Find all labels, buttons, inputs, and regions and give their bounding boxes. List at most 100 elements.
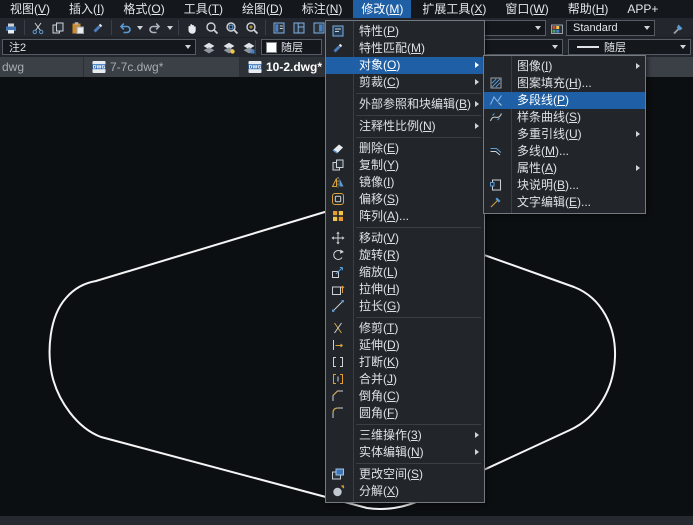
menu-item-stretch[interactable]: 拉伸(H) xyxy=(326,281,484,298)
scale-icon xyxy=(331,265,345,279)
menu-item-label: 文字编辑(E)... xyxy=(517,195,591,209)
style-combo[interactable]: Standard xyxy=(566,20,655,36)
menu-item-text-edit[interactable]: 文字编辑(E)... xyxy=(484,194,645,211)
undo-button[interactable] xyxy=(115,19,135,37)
menubar-item-help[interactable]: 帮助(H) xyxy=(560,0,617,18)
linetype-combo[interactable]: 随层 xyxy=(568,39,691,55)
zoom-window-button[interactable] xyxy=(222,19,242,37)
menu-item-polyline[interactable]: 多段线(P) xyxy=(484,92,645,109)
dropdown-caret-icon xyxy=(680,45,686,49)
menu-item-extend[interactable]: 延伸(D) xyxy=(326,337,484,354)
menu-item-annotative-scale[interactable]: 注释性比例(N) xyxy=(326,118,484,135)
menubar-item-dimension[interactable]: 标注(N) xyxy=(294,0,351,18)
plot-button[interactable] xyxy=(1,19,21,37)
submenu-arrow-icon xyxy=(636,165,640,171)
menu-item-multiline[interactable]: 多线(M)... xyxy=(484,143,645,160)
menu-item-copy[interactable]: 复制(Y) xyxy=(326,157,484,174)
copy-clip-button[interactable] xyxy=(48,19,68,37)
menubar-item-app-plus[interactable]: APP+ xyxy=(619,0,666,18)
menubar-item-label: 视图(V) xyxy=(10,2,50,16)
undo-dropdown[interactable] xyxy=(135,19,145,37)
menu-item-break[interactable]: 打断(K) xyxy=(326,354,484,371)
explode-icon xyxy=(331,484,345,498)
menu-item-clip[interactable]: 剪裁(C) xyxy=(326,74,484,91)
menu-item-hatch[interactable]: 图案填充(H)... xyxy=(484,75,645,92)
menubar-item-tools[interactable]: 工具(T) xyxy=(176,0,231,18)
cut-button[interactable] xyxy=(28,19,48,37)
extend-icon xyxy=(331,338,345,352)
layer-previous-button[interactable] xyxy=(220,39,237,57)
zoom-realtime-button[interactable] xyxy=(202,19,222,37)
menu-item-xref-block-edit[interactable]: 外部参照和块编辑(B) xyxy=(326,96,484,113)
menubar-item-view[interactable]: 视图(V) xyxy=(2,0,58,18)
menu-item-chamfer[interactable]: 倒角(C) xyxy=(326,388,484,405)
menu-item-erase[interactable]: 删除(E) xyxy=(326,140,484,157)
menu-item-label: 特性(P) xyxy=(359,24,399,38)
menubar-item-express-tools[interactable]: 扩展工具(X) xyxy=(414,0,494,18)
layer-combo[interactable]: 注2 xyxy=(2,39,196,55)
menu-item-array[interactable]: 阵列(A)... xyxy=(326,208,484,225)
menu-item-block-description[interactable]: 块说明(B)... xyxy=(484,177,645,194)
paste-icon xyxy=(71,21,85,35)
dropdown-caret-icon xyxy=(167,26,173,30)
pan-button[interactable] xyxy=(182,19,202,37)
menubar-item-modify[interactable]: 修改(M) xyxy=(353,0,411,18)
properties-panel-button[interactable] xyxy=(269,19,289,37)
empty-icon-slot xyxy=(331,428,345,442)
file-tab-dwg[interactable]: dwg xyxy=(0,57,84,77)
menu-item-spline[interactable]: 样条曲线(S) xyxy=(484,109,645,126)
redo-button[interactable] xyxy=(145,19,165,37)
design-center-button[interactable] xyxy=(289,19,309,37)
menu-item-label: 拉长(G) xyxy=(359,299,400,313)
menu-item-label: 旋转(R) xyxy=(359,248,400,262)
menu-item-image[interactable]: 图像(I) xyxy=(484,58,645,75)
menubar-item-window[interactable]: 窗口(W) xyxy=(497,0,556,18)
offset-icon xyxy=(331,192,345,206)
file-tab-7-7c-dwg[interactable]: DWG7-7c.dwg* xyxy=(84,57,240,77)
layer-properties-button[interactable] xyxy=(200,39,217,57)
menu-item-label: 注释性比例(N) xyxy=(359,119,436,133)
menu-item-attribute[interactable]: 属性(A) xyxy=(484,160,645,177)
menubar-item-insert[interactable]: 插入(I) xyxy=(61,0,112,18)
plot-icon xyxy=(4,21,18,35)
cell-style-button[interactable] xyxy=(547,21,567,37)
paste-button[interactable] xyxy=(68,19,88,37)
menu-item-join[interactable]: 合并(J) xyxy=(326,371,484,388)
menu-item-offset[interactable]: 偏移(S) xyxy=(326,191,484,208)
menu-item-match-properties[interactable]: 特性匹配(M) xyxy=(326,40,484,57)
menu-separator xyxy=(356,424,481,425)
toolbar-separator xyxy=(111,20,112,35)
menu-item-trim[interactable]: 修剪(T) xyxy=(326,320,484,337)
color-combo[interactable]: 随层 xyxy=(261,39,322,55)
menu-item-explode[interactable]: 分解(X) xyxy=(326,483,484,500)
menu-item-label: 倒角(C) xyxy=(359,389,400,403)
file-tab-10-2-dwg[interactable]: DWG10-2.dwg* xyxy=(240,57,336,77)
menu-item-solid-editing[interactable]: 实体编辑(N) xyxy=(326,444,484,461)
menu-item-label: 镜像(I) xyxy=(359,175,394,189)
menu-item-lengthen[interactable]: 拉长(G) xyxy=(326,298,484,315)
menubar-item-draw[interactable]: 绘图(D) xyxy=(234,0,291,18)
menu-item-label: 延伸(D) xyxy=(359,338,400,352)
match-properties-button[interactable] xyxy=(88,19,108,37)
style-value: Standard xyxy=(573,22,618,34)
quick-select-button[interactable] xyxy=(668,21,688,37)
move-icon xyxy=(331,231,345,245)
menu-item-properties[interactable]: 特性(P) xyxy=(326,23,484,40)
menu-item-label: 合并(J) xyxy=(359,372,397,386)
menu-item-mirror[interactable]: 镜像(I) xyxy=(326,174,484,191)
menu-item-move[interactable]: 移动(V) xyxy=(326,230,484,247)
menubar-item-format[interactable]: 格式(O) xyxy=(115,0,172,18)
array-icon xyxy=(331,209,345,223)
menu-item-multileader[interactable]: 多重引线(U) xyxy=(484,126,645,143)
menu-item-scale[interactable]: 缩放(L) xyxy=(326,264,484,281)
menu-item-change-space[interactable]: 更改空间(S) xyxy=(326,466,484,483)
menu-item-label: 缩放(L) xyxy=(359,265,398,279)
menu-item-3d-operations[interactable]: 三维操作(3) xyxy=(326,427,484,444)
menu-item-rotate[interactable]: 旋转(R) xyxy=(326,247,484,264)
menu-item-fillet[interactable]: 圆角(F) xyxy=(326,405,484,422)
zoom-previous-button[interactable] xyxy=(242,19,262,37)
menu-item-label: 属性(A) xyxy=(517,161,557,175)
menu-item-object[interactable]: 对象(O) xyxy=(326,57,484,74)
redo-dropdown[interactable] xyxy=(165,19,175,37)
command-area[interactable] xyxy=(0,516,693,525)
